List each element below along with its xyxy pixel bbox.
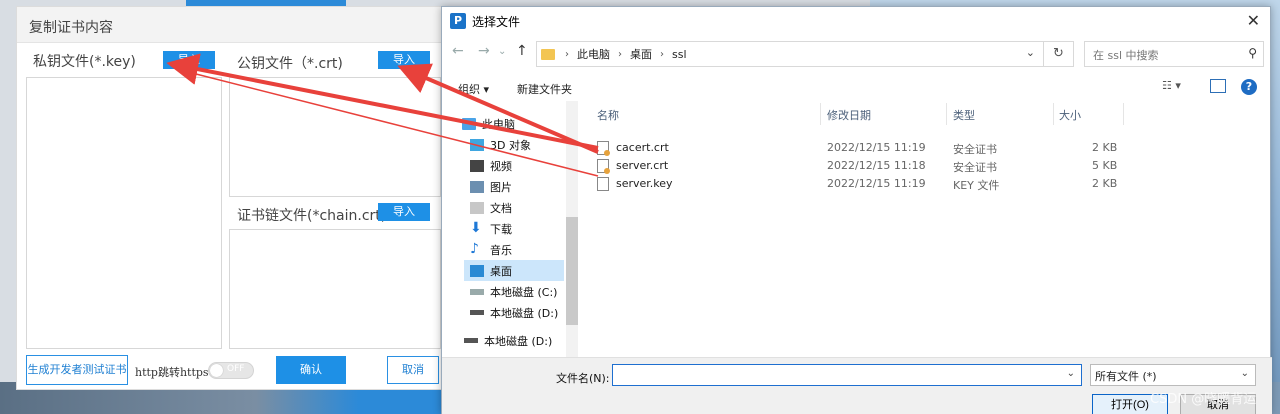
file-row[interactable]: cacert.crt 2022/12/15 11:19 安全证书 2 KB <box>587 139 1267 157</box>
search-input[interactable]: 在 ssl 中搜索 ⚲ <box>1084 41 1264 67</box>
dialog-title: 复制证书内容 <box>17 7 445 43</box>
column-header-type[interactable]: 类型 <box>953 107 975 123</box>
up-arrow-icon[interactable]: ↑ <box>516 43 528 59</box>
public-key-textarea[interactable] <box>229 77 441 197</box>
file-size: 2 KB <box>1092 177 1118 190</box>
certificate-file-icon <box>597 159 610 174</box>
video-icon <box>470 159 484 172</box>
search-icon: ⚲ <box>1248 46 1257 60</box>
download-icon: ⬇ <box>470 219 482 236</box>
private-key-textarea[interactable] <box>26 77 222 349</box>
address-bar[interactable]: › 此电脑 › 桌面 › ssl ⌄ <box>536 41 1044 67</box>
file-name: cacert.crt <box>616 141 669 154</box>
breadcrumb-item[interactable]: ssl <box>672 48 687 61</box>
recent-chevron-icon[interactable]: ⌄ <box>498 46 506 57</box>
file-list: 名称 修改日期 类型 大小 cacert.crt 2022/12/15 11:1… <box>587 103 1267 357</box>
chain-label: 证书链文件(*chain.crt) <box>237 208 387 224</box>
file-date: 2022/12/15 11:18 <box>827 159 926 172</box>
toggle-state: OFF <box>227 364 245 374</box>
column-header-date[interactable]: 修改日期 <box>827 107 871 123</box>
music-icon: ♪ <box>470 240 479 257</box>
sidebar-scrollbar-thumb[interactable] <box>566 217 578 325</box>
file-dialog-footer: 文件名(N): ⌄ 所有文件 (*) ⌄ 打开(O) 取消 <box>442 357 1272 414</box>
cube-icon <box>470 138 484 151</box>
file-type: 安全证书 <box>953 143 997 156</box>
breadcrumb-item[interactable]: 此电脑 <box>577 46 610 62</box>
breadcrumb-item[interactable]: 桌面 <box>630 46 652 62</box>
preview-pane-icon[interactable] <box>1210 79 1226 93</box>
help-icon[interactable]: ? <box>1241 79 1257 95</box>
file-date: 2022/12/15 11:19 <box>827 177 926 190</box>
navigation-bar: ← → ⌄ ↑ › 此电脑 › 桌面 › ssl ⌄ ↻ 在 ssl 中搜索 ⚲ <box>442 39 1272 69</box>
refresh-icon[interactable]: ↻ <box>1044 41 1074 67</box>
copy-cert-dialog: 复制证书内容 私钥文件(*.key) 导入 公钥文件（*.crt) 导入 证书链… <box>16 6 446 390</box>
picture-icon <box>470 180 484 193</box>
watermark: CSDN @晓暖背运 <box>1150 392 1257 407</box>
file-name: server.crt <box>616 159 669 172</box>
file-type: KEY 文件 <box>953 179 1000 192</box>
folder-icon <box>541 48 555 60</box>
file-type: 安全证书 <box>953 161 997 174</box>
chevron-down-icon: ⌄ <box>1240 368 1249 379</box>
file-row[interactable]: server.key 2022/12/15 11:19 KEY 文件 2 KB <box>587 175 1267 193</box>
import-public-key-button[interactable]: 导入 <box>378 51 430 69</box>
import-private-key-button[interactable]: 导入 <box>163 51 215 69</box>
file-dialog-titlebar: P 选择文件 ✕ <box>442 7 1270 35</box>
certificate-file-icon <box>597 141 610 156</box>
private-key-label: 私钥文件(*.key) <box>33 54 136 70</box>
file-toolbar: 组织 ▾ 新建文件夹 ☷ ▾ ? <box>442 75 1272 101</box>
file-size: 2 KB <box>1092 141 1118 154</box>
file-dialog-title: 选择文件 <box>472 14 521 29</box>
filename-input[interactable]: ⌄ <box>612 364 1082 386</box>
file-chooser-dialog: P 选择文件 ✕ ← → ⌄ ↑ › 此电脑 › 桌面 › ssl ⌄ ↻ 在 … <box>441 6 1272 414</box>
forward-arrow-icon[interactable]: → <box>478 43 490 59</box>
http-redirect-label: http跳转https <box>135 366 209 379</box>
toggle-knob <box>210 364 223 377</box>
file-row[interactable]: server.crt 2022/12/15 11:18 安全证书 5 KB <box>587 157 1267 175</box>
navigation-pane: 此电脑 3D 对象 视频 图片 文档 ⬇ 下载 ♪ 音乐 桌面 本地磁盘 (C:… <box>442 101 578 357</box>
computer-icon <box>462 117 476 130</box>
new-folder-button[interactable]: 新建文件夹 <box>517 81 572 97</box>
document-icon <box>470 201 484 214</box>
chain-textarea[interactable] <box>229 229 441 349</box>
column-header-name[interactable]: 名称 <box>597 107 619 123</box>
cancel-button[interactable]: 取消 <box>387 356 439 384</box>
file-size: 5 KB <box>1092 159 1118 172</box>
confirm-button[interactable]: 确认 <box>276 356 346 384</box>
back-arrow-icon[interactable]: ← <box>452 43 464 59</box>
desktop-icon <box>470 264 484 277</box>
chevron-down-icon[interactable]: ⌄ <box>1067 368 1075 379</box>
column-header-size[interactable]: 大小 <box>1059 107 1081 123</box>
sidebar-item-desktop[interactable]: 桌面 <box>464 260 564 281</box>
import-chain-button[interactable]: 导入 <box>378 203 430 221</box>
sidebar-item-this-pc[interactable]: 此电脑 <box>462 113 582 134</box>
file-type-select[interactable]: 所有文件 (*) ⌄ <box>1090 364 1256 386</box>
chevron-down-icon[interactable]: ⌄ <box>1026 46 1035 59</box>
drive-icon <box>464 338 478 343</box>
organize-menu[interactable]: 组织 ▾ <box>458 81 489 97</box>
drive-icon <box>470 310 484 315</box>
app-icon: P <box>450 13 466 29</box>
generate-test-cert-button[interactable]: 生成开发者测试证书 <box>26 355 128 385</box>
drive-icon <box>470 288 484 295</box>
file-name: server.key <box>616 177 673 190</box>
http-redirect-toggle[interactable]: OFF <box>208 362 254 379</box>
file-date: 2022/12/15 11:19 <box>827 141 926 154</box>
file-icon <box>597 177 609 191</box>
public-key-label: 公钥文件（*.crt) <box>237 56 343 72</box>
search-placeholder: 在 ssl 中搜索 <box>1093 49 1159 62</box>
filename-label: 文件名(N): <box>556 372 610 385</box>
view-options-icon[interactable]: ☷ ▾ <box>1162 79 1181 92</box>
close-icon[interactable]: ✕ <box>1247 11 1260 30</box>
